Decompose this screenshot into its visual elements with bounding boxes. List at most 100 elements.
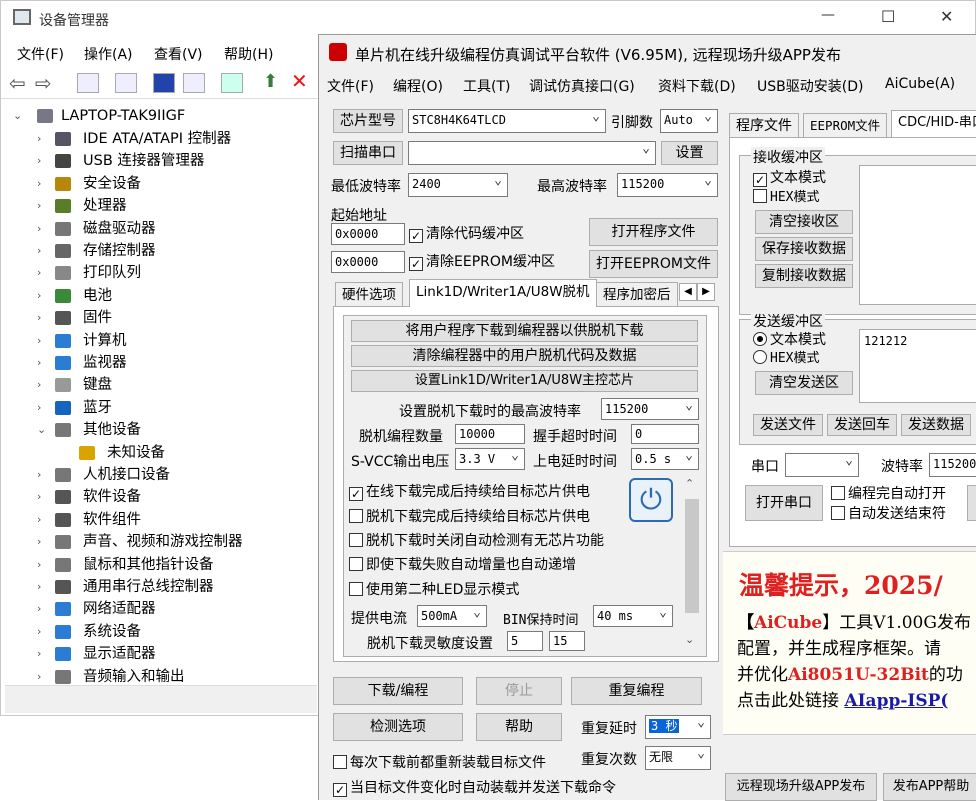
max-baud-select[interactable]: 115200 [617,173,718,197]
clear-eeprom-buffer-checkbox[interactable]: ✓ 清除EEPROM缓冲区 [409,253,555,271]
chevron-right-icon[interactable]: › [37,464,41,486]
menu-file[interactable]: 文件(F) [17,44,64,64]
download-to-programmer-button[interactable]: 将用户程序下载到编程器以供脱机下载 [351,320,698,342]
start-address-input-1[interactable]: 0x0000 [331,223,405,245]
properties-icon[interactable] [77,73,99,93]
send-text-mode-radio[interactable]: 文本模式 [753,331,826,349]
tree-item[interactable]: › 人机接口设备 [5,464,315,486]
tree-item[interactable]: › 通用串行总线控制器 [5,576,315,598]
open-program-file-button[interactable]: 打开程序文件 [589,218,718,246]
send-enter-button[interactable]: 发送回车 [827,414,897,436]
save-receive-button[interactable]: 保存接收数据 [755,237,853,261]
send-textarea[interactable]: 121212 [859,329,976,403]
chevron-right-icon[interactable]: › [37,240,41,262]
clear-send-button[interactable]: 清空发送区 [755,371,853,395]
scroll-up-icon[interactable]: ⌃ [685,477,694,490]
power-delay-select[interactable]: 0.5 s [631,448,699,470]
tree-item[interactable]: › 存储控制器 [5,240,315,262]
chip-type-select[interactable]: STC8H4K64TLCD [408,109,606,133]
svcc-voltage-select[interactable]: 3.3 V [455,448,525,470]
tab-program-file[interactable]: 程序文件 [729,113,799,137]
tree-item[interactable]: › 固件 [5,307,315,329]
tree-item[interactable]: › 软件组件 [5,509,315,531]
repeat-delay-select[interactable]: 3 秒 [645,715,711,739]
side-button-partial[interactable] [967,485,976,521]
tree-item[interactable]: › 鼠标和其他指针设备 [5,554,315,576]
send-hex-mode-radio[interactable]: HEX模式 [753,350,819,368]
reload-each-checkbox[interactable]: 每次下载前都重新装载目标文件 [333,754,546,772]
tree-item[interactable]: › 监视器 [5,352,315,374]
chevron-right-icon[interactable]: › [37,330,41,352]
chevron-right-icon[interactable]: › [37,576,41,598]
remote-upgrade-publish-button[interactable]: 远程现场升级APP发布 [725,773,877,801]
tree-item[interactable]: › 显示适配器 [5,643,315,665]
sensitivity-input-1[interactable]: 5 [507,631,543,651]
tree-item[interactable]: › 软件设备 [5,486,315,508]
start-address-input-2[interactable]: 0x0000 [331,251,405,273]
chevron-right-icon[interactable]: › [37,643,41,665]
receive-textarea[interactable] [859,165,976,305]
tip-panel[interactable]: 温馨提示，2025/ 【AiCube】工具V1.00G发布 配置，并生成程序框架… [723,551,976,749]
current-select[interactable]: 500mA [417,605,487,627]
help-icon[interactable] [153,73,175,93]
min-baud-select[interactable]: 2400 [408,173,508,197]
tab-cdc-hid-serial[interactable]: CDC/HID-串口 [891,110,976,138]
isp-menu-debug[interactable]: 调试仿真接口(G) [529,76,635,96]
settings-button[interactable]: 设置 [661,141,718,165]
auto-increment-checkbox[interactable]: 即使下载失败自动增量也自动递增 [349,556,576,574]
tip-aiapp-link[interactable]: AIapp-ISP( [844,691,948,711]
clear-code-buffer-checkbox[interactable]: ✓ 清除代码缓冲区 [409,225,524,243]
chevron-down-icon[interactable]: ⌄ [13,105,22,127]
chevron-right-icon[interactable]: › [37,554,41,576]
scroll-down-icon[interactable]: ⌄ [685,633,694,646]
detect-options-button[interactable]: 检测选项 [333,713,463,741]
chevron-right-icon[interactable]: › [37,509,41,531]
isp-menu-file[interactable]: 文件(F) [327,76,374,96]
online-power-checkbox[interactable]: ✓ 在线下载完成后持续给目标芯片供电 [349,483,590,501]
tree-item[interactable]: › 处理器 [5,195,315,217]
send-data-button[interactable]: 发送数据 [901,414,971,436]
tree-item[interactable]: › 电池 [5,285,315,307]
tree-item[interactable]: › 系统设备 [5,621,315,643]
menu-action[interactable]: 操作(A) [84,44,133,64]
scroll-thumb[interactable] [685,499,699,613]
forward-icon[interactable]: ⇨ [35,71,52,95]
view-icon[interactable] [183,73,205,93]
recv-text-mode-checkbox[interactable]: ✓ 文本模式 [753,169,826,187]
open-eeprom-file-button[interactable]: 打开EEPROM文件 [589,250,718,278]
recv-hex-mode-checkbox[interactable]: HEX模式 [753,189,819,207]
tab-hardware-options[interactable]: 硬件选项 [335,282,403,306]
chevron-right-icon[interactable]: › [37,666,41,685]
tip-hscroll[interactable] [723,734,976,749]
repeat-count-select[interactable]: 无限 [645,746,711,770]
chevron-right-icon[interactable]: › [37,352,41,374]
menu-view[interactable]: 查看(V) [154,44,203,64]
tree-root[interactable]: ⌄ LAPTOP-TAK9IIGF [5,105,315,127]
menu-help[interactable]: 帮助(H) [224,44,273,64]
chevron-right-icon[interactable]: › [37,486,41,508]
clear-receive-button[interactable]: 清空接收区 [755,210,853,234]
isp-menu-program[interactable]: 编程(O) [393,76,443,96]
power-button-icon[interactable]: ⏻ [629,478,673,522]
scan-hardware-icon[interactable] [221,73,243,93]
uninstall-x-icon[interactable]: ✕ [291,69,308,93]
chevron-right-icon[interactable]: › [37,150,41,172]
auto-end-checkbox[interactable]: 自动发送结束符 [831,505,946,523]
minimize-button[interactable]: — [821,7,835,23]
tab-link1d-offline[interactable]: Link1D/Writer1A/U8W脱机 [409,279,597,307]
tab-scroll-left-icon[interactable]: ◀ [679,283,697,301]
publish-app-help-button[interactable]: 发布APP帮助 [883,773,976,801]
offline-power-checkbox[interactable]: 脱机下载完成后持续给目标芯片供电 [349,508,590,526]
enable-device-icon[interactable]: ⬆ [263,71,278,92]
chevron-right-icon[interactable]: › [37,195,41,217]
handshake-timeout-input[interactable]: 0 [631,424,699,444]
tree-item[interactable]: ⌄ 其他设备 [5,419,315,441]
chevron-right-icon[interactable]: › [37,218,41,240]
tree-item[interactable]: › 蓝牙 [5,397,315,419]
tab-program-encryption[interactable]: 程序加密后 [596,282,678,306]
chevron-right-icon[interactable]: › [37,397,41,419]
port-select[interactable] [408,141,656,165]
help-button[interactable]: 帮助 [476,713,562,741]
chevron-right-icon[interactable]: › [37,128,41,150]
tree-item[interactable]: › 磁盘驱动器 [5,218,315,240]
